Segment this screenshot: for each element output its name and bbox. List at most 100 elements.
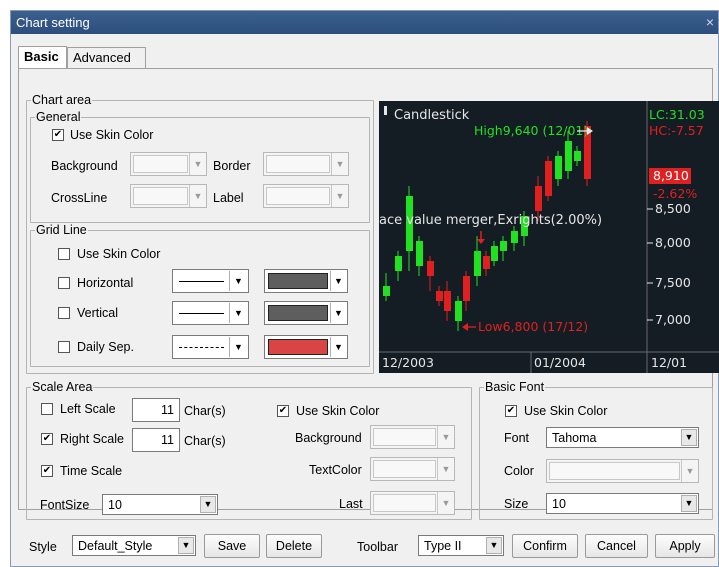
title-bar: Chart setting × xyxy=(11,11,718,34)
time-scale-checkbox[interactable]: ✔ xyxy=(41,465,53,477)
toolbar-value: Type II xyxy=(424,539,462,553)
delete-button[interactable]: Delete xyxy=(266,534,322,558)
chevron-down-icon: ▼ xyxy=(178,537,194,554)
background-label: Background xyxy=(51,159,118,173)
window-title: Chart setting xyxy=(16,15,90,30)
right-scale-unit: Char(s) xyxy=(184,434,226,448)
save-button[interactable]: Save xyxy=(204,534,260,558)
toolbar-select[interactable]: Type II ▼ xyxy=(418,535,504,556)
time-scale-label: Time Scale xyxy=(60,464,123,478)
label-label: Label xyxy=(213,191,244,205)
candle-body xyxy=(436,291,443,301)
cancel-button[interactable]: Cancel xyxy=(585,534,648,558)
chevron-down-icon: ▼ xyxy=(200,496,216,513)
candle-body xyxy=(535,186,542,211)
last-combo[interactable]: ▼ xyxy=(370,491,455,515)
scale-background-combo[interactable]: ▼ xyxy=(370,425,455,449)
vertical-checkbox[interactable] xyxy=(58,307,70,319)
textcolor-combo[interactable]: ▼ xyxy=(370,457,455,481)
general-label: General xyxy=(35,110,82,124)
confirm-button[interactable]: Confirm xyxy=(512,534,578,558)
horizontal-color-select[interactable]: ▼ xyxy=(264,269,348,293)
font-color-label: Color xyxy=(504,464,534,478)
price-badge-text: 8,910 xyxy=(653,168,689,183)
style-select[interactable]: Default_Style ▼ xyxy=(72,535,196,556)
vertical-color-select[interactable]: ▼ xyxy=(264,301,348,325)
font-size-value: 10 xyxy=(552,497,566,511)
grid-use-skin-color-label: Use Skin Color xyxy=(77,247,161,261)
candle-body xyxy=(555,156,562,179)
left-scale-checkbox[interactable] xyxy=(41,403,53,415)
right-scale-chars-input[interactable]: 11 xyxy=(132,428,180,452)
chevron-down-icon: ▼ xyxy=(229,271,247,291)
font-select[interactable]: Tahoma ▼ xyxy=(546,427,699,448)
x-tick-label: 12/01 xyxy=(651,355,687,370)
color-swatch xyxy=(268,273,328,289)
vertical-line-style-select[interactable]: ▼ xyxy=(172,301,249,325)
border-label: Border xyxy=(213,159,251,173)
candle-body xyxy=(565,141,572,171)
chevron-down-icon: ▼ xyxy=(189,185,206,207)
y-tick-label: 8,000 xyxy=(655,235,691,250)
candle-body xyxy=(383,286,390,296)
left-scale-chars-input[interactable]: 11 xyxy=(132,398,180,422)
fontsize-select[interactable]: 10 ▼ xyxy=(102,494,218,515)
font-color-combo[interactable]: ▼ xyxy=(546,459,699,483)
chevron-down-icon: ▼ xyxy=(437,492,454,514)
low-label: Low6,800 (17/12) xyxy=(478,319,588,334)
chevron-down-icon: ▼ xyxy=(331,153,348,175)
candle-body xyxy=(474,251,481,276)
candle-body xyxy=(463,276,470,301)
border-color-combo[interactable]: ▼ xyxy=(263,152,349,176)
basic-font-label: Basic Font xyxy=(484,380,546,394)
daily-sep-label: Daily Sep. xyxy=(77,340,134,354)
label-color-combo[interactable]: ▼ xyxy=(263,184,349,208)
x-tick-label: 12/2003 xyxy=(382,355,434,370)
textcolor-label: TextColor xyxy=(309,463,362,477)
chevron-down-icon: ▼ xyxy=(681,460,698,482)
fontsize-label: FontSize xyxy=(40,498,90,512)
font-use-skin-color-label: Use Skin Color xyxy=(524,404,608,418)
change-badge-text: -2.62% xyxy=(653,186,697,201)
tab-advanced[interactable]: Advanced xyxy=(67,47,146,69)
daily-sep-checkbox[interactable] xyxy=(58,341,70,353)
fontsize-value: 10 xyxy=(108,498,122,512)
horizontal-line-style-select[interactable]: ▼ xyxy=(172,269,249,293)
chevron-down-icon: ▼ xyxy=(330,271,346,291)
last-label: Last xyxy=(339,497,363,511)
general-use-skin-color-checkbox[interactable]: ✔ xyxy=(52,129,64,141)
preview-title: Candlestick xyxy=(394,108,470,123)
apply-button[interactable]: Apply xyxy=(655,534,715,558)
arrow-down-icon xyxy=(477,239,485,244)
right-scale-checkbox[interactable]: ✔ xyxy=(41,433,53,445)
chevron-down-icon: ▼ xyxy=(486,537,502,554)
candle-body xyxy=(427,261,434,276)
daily-sep-color-select[interactable]: ▼ xyxy=(264,335,348,359)
candle-body xyxy=(574,151,581,161)
y-tick-label: 7,000 xyxy=(655,312,691,327)
background-color-combo[interactable]: ▼ xyxy=(130,152,207,176)
grid-use-skin-color-checkbox[interactable] xyxy=(58,248,70,260)
y-tick-label: 8,500 xyxy=(655,201,691,216)
crossline-label: CrossLine xyxy=(51,191,108,205)
chevron-down-icon: ▼ xyxy=(331,185,348,207)
tab-basic[interactable]: Basic xyxy=(18,46,67,68)
arrow-left-icon xyxy=(462,323,468,331)
chevron-down-icon: ▼ xyxy=(681,495,697,512)
chevron-down-icon: ▼ xyxy=(330,303,346,323)
scale-use-skin-color-label: Use Skin Color xyxy=(296,404,380,418)
scale-use-skin-color-checkbox[interactable]: ✔ xyxy=(277,405,289,417)
font-use-skin-color-checkbox[interactable]: ✔ xyxy=(505,405,517,417)
scale-background-label: Background xyxy=(295,431,362,445)
x-tick-label: 01/2004 xyxy=(534,355,586,370)
horizontal-checkbox[interactable] xyxy=(58,277,70,289)
candle-body xyxy=(444,291,451,311)
color-swatch xyxy=(268,339,328,355)
font-value: Tahoma xyxy=(552,431,597,445)
font-size-select[interactable]: 10 ▼ xyxy=(546,493,699,514)
hc-label: HC:-7.57 xyxy=(649,123,704,138)
crossline-color-combo[interactable]: ▼ xyxy=(130,184,207,208)
daily-sep-line-style-select[interactable]: ▼ xyxy=(172,335,249,359)
close-icon[interactable]: × xyxy=(706,11,714,34)
event-label: ace value merger,Exrights(2.00%) xyxy=(379,213,602,228)
